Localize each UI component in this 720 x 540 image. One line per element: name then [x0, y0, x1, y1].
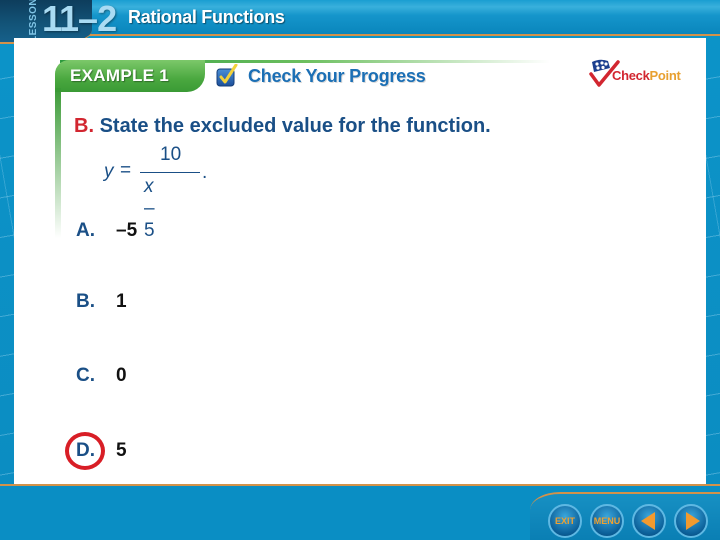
option-value: 0: [116, 365, 127, 386]
option-letter: D.: [76, 440, 95, 461]
equation-lhs: y: [104, 161, 114, 182]
answer-option-b[interactable]: B. 1: [76, 291, 127, 313]
answer-option-a[interactable]: A. –5: [76, 220, 137, 242]
equation-equals: =: [120, 160, 132, 181]
checkpoint-word-point: Point: [649, 68, 681, 83]
equation-denominator: x – 5: [144, 176, 155, 242]
decorative-grid-left: [0, 40, 14, 505]
equation-numerator: 10: [160, 144, 182, 165]
question-prompt: B. State the excluded value for the func…: [74, 115, 491, 138]
example-edge: [55, 88, 61, 238]
answer-option-c[interactable]: C. 0: [76, 365, 127, 387]
denominator-constant: – 5: [144, 198, 155, 241]
answer-option-d[interactable]: D. 5: [76, 440, 127, 462]
option-letter: C.: [76, 365, 95, 386]
menu-button[interactable]: MENU: [590, 504, 624, 538]
check-your-progress-title: Check Your Progress: [248, 66, 426, 86]
menu-label: MENU: [593, 516, 621, 526]
decorative-grid-right: [706, 40, 720, 505]
fraction-bar: [140, 172, 200, 173]
exit-label: EXIT: [554, 516, 575, 526]
checkpoint-wordmark: CheckPoint: [612, 68, 681, 83]
option-value: –5: [116, 220, 138, 241]
exit-button[interactable]: EXIT: [548, 504, 582, 538]
next-button[interactable]: [674, 504, 708, 538]
option-letter: B.: [76, 291, 95, 312]
option-value: 5: [116, 440, 127, 461]
option-letter: A.: [76, 220, 95, 241]
next-arrow-icon: [685, 512, 700, 530]
denominator-variable: x: [144, 176, 154, 197]
option-value: 1: [116, 291, 127, 312]
lesson-title: Rational Functions: [128, 7, 285, 27]
previous-arrow-icon: [640, 512, 655, 530]
question-part-label: B.: [74, 115, 94, 137]
lesson-number: 11–2: [42, 0, 117, 39]
checkbox-checked-icon: [216, 64, 238, 87]
checkpoint-logo: CheckPoint: [588, 58, 688, 90]
lesson-label: LESSON: [28, 0, 39, 42]
content-panel: [14, 38, 706, 484]
equation-period: .: [202, 162, 208, 183]
checkpoint-word-check: Check: [612, 68, 650, 83]
previous-button[interactable]: [632, 504, 666, 538]
question-text: State the excluded value for the functio…: [99, 115, 491, 137]
example-label: EXAMPLE 1: [70, 66, 170, 85]
